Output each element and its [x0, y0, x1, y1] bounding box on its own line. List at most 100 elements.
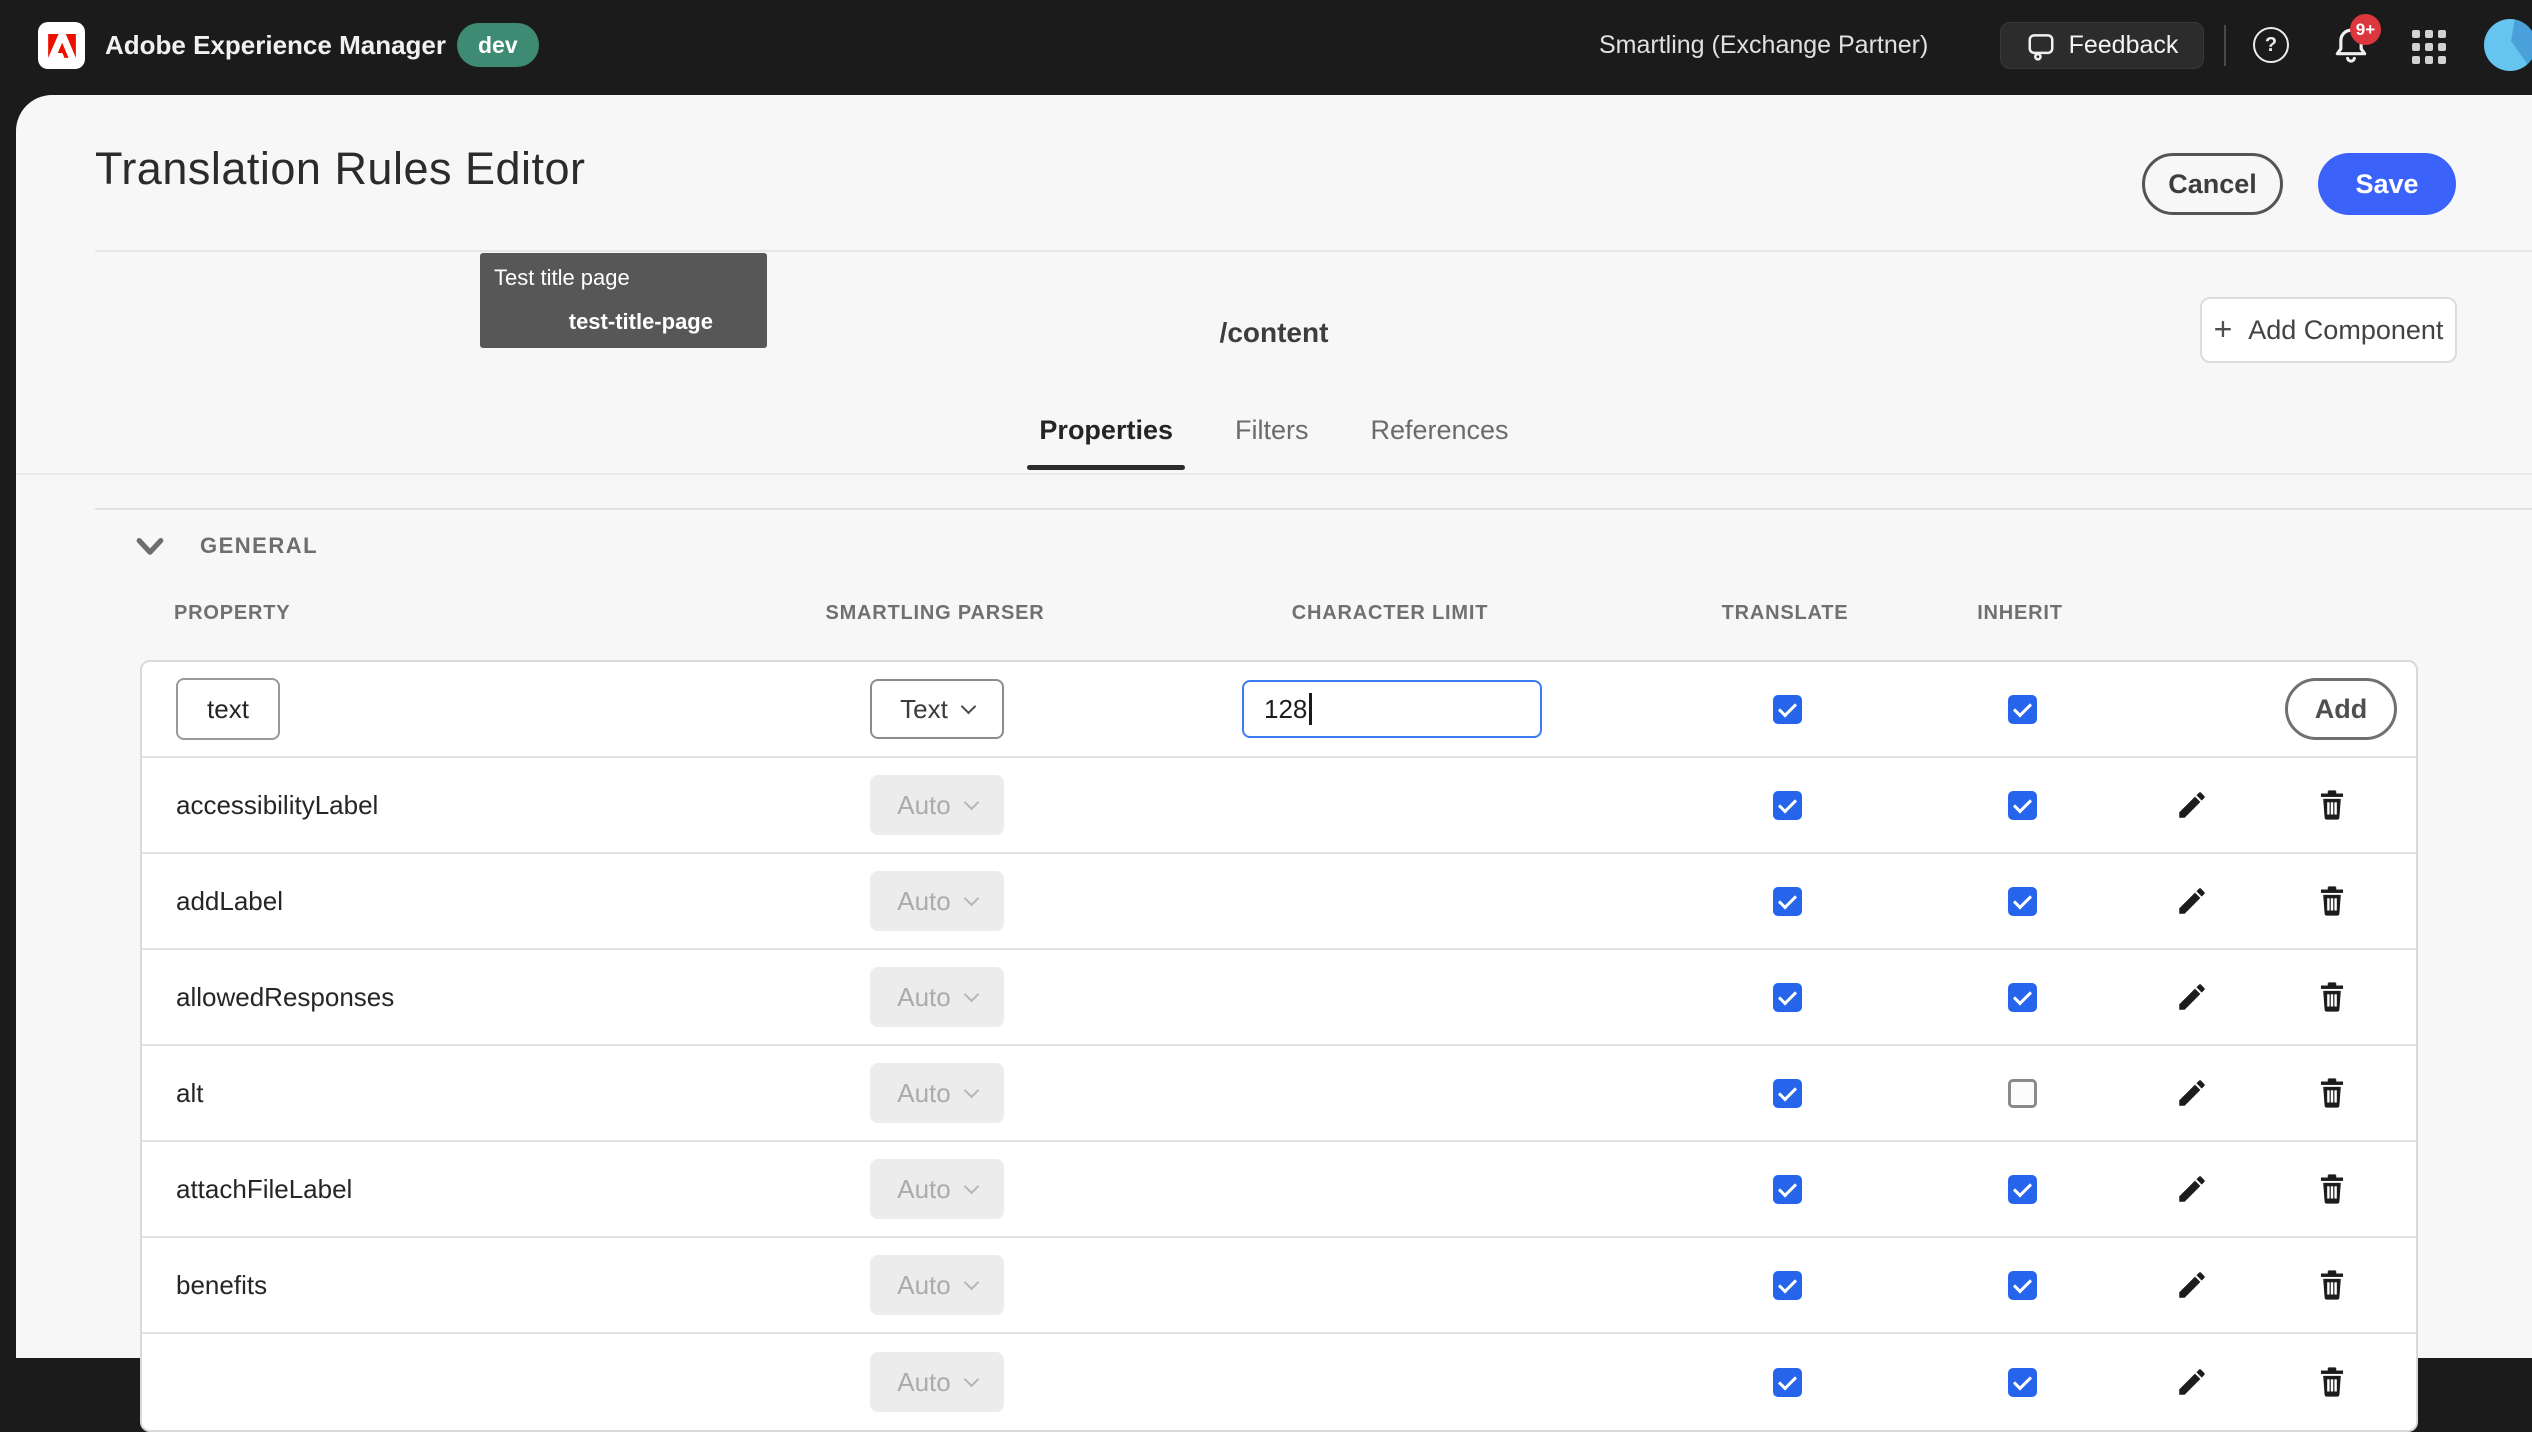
parser-select-disabled: Auto — [870, 967, 1004, 1027]
app-switcher-grid-icon[interactable] — [2412, 30, 2446, 64]
translate-checkbox[interactable] — [1773, 1175, 1802, 1204]
plus-icon: + — [2214, 313, 2233, 345]
parser-select-disabled: Auto — [870, 1063, 1004, 1123]
app-title: Adobe Experience Manager — [105, 0, 446, 90]
tab-references[interactable]: References — [1368, 415, 1510, 470]
section-general-toggle[interactable]: GENERAL — [136, 533, 318, 559]
inherit-checkbox[interactable] — [2008, 695, 2037, 724]
tab-bar: Properties Filters References — [16, 415, 2532, 470]
delete-icon[interactable] — [2312, 881, 2352, 921]
col-header-inherit: INHERIT — [1977, 602, 2063, 625]
parser-select[interactable]: Text — [870, 679, 1004, 739]
edit-icon[interactable] — [2172, 1362, 2212, 1402]
col-header-parser: SMARTLING PARSER — [825, 602, 1044, 625]
property-name: addLabel — [142, 886, 283, 917]
add-component-label: Add Component — [2248, 315, 2443, 346]
top-bar: Adobe Experience Manager dev Smartling (… — [0, 0, 2532, 95]
page-tooltip: Test title page test-title-page — [480, 253, 767, 348]
col-header-property: PROPERTY — [140, 602, 290, 625]
inherit-checkbox[interactable] — [2008, 1175, 2037, 1204]
user-avatar[interactable] — [2484, 19, 2532, 71]
section-label: GENERAL — [200, 533, 318, 559]
speech-bubble-icon — [2026, 31, 2056, 61]
translate-checkbox[interactable] — [1773, 1079, 1802, 1108]
rules-table: Text 128 Add accessibi — [140, 660, 2418, 1432]
rules-rows: accessibilityLabel Auto — [142, 758, 2416, 1430]
table-row: benefits Auto — [142, 1238, 2416, 1334]
tab-properties[interactable]: Properties — [1037, 415, 1175, 470]
table-row: accessibilityLabel Auto — [142, 758, 2416, 854]
org-name: Smartling (Exchange Partner) — [1599, 0, 1928, 90]
translate-checkbox[interactable] — [1773, 983, 1802, 1012]
inherit-checkbox[interactable] — [2008, 887, 2037, 916]
translate-checkbox[interactable] — [1773, 695, 1802, 724]
chevron-down-icon — [963, 1178, 979, 1194]
content-path: /content — [16, 317, 2532, 349]
header-divider — [95, 250, 2532, 252]
chevron-down-icon — [963, 794, 979, 810]
property-name: allowedResponses — [142, 982, 394, 1013]
parser-select-disabled: Auto — [870, 1159, 1004, 1219]
translate-checkbox[interactable] — [1773, 1368, 1802, 1397]
delete-icon[interactable] — [2312, 977, 2352, 1017]
notification-badge: 9+ — [2350, 14, 2381, 45]
property-input[interactable] — [176, 678, 280, 740]
feedback-label: Feedback — [2069, 31, 2179, 60]
edit-icon[interactable] — [2172, 881, 2212, 921]
delete-icon[interactable] — [2312, 1362, 2352, 1402]
translate-checkbox[interactable] — [1773, 887, 1802, 916]
chevron-down-icon — [963, 1371, 979, 1387]
chevron-down-icon — [963, 986, 979, 1002]
adobe-a-icon — [48, 34, 76, 58]
save-button[interactable]: Save — [2318, 153, 2456, 215]
translate-checkbox[interactable] — [1773, 1271, 1802, 1300]
section-divider — [95, 508, 2532, 510]
edit-icon[interactable] — [2172, 1265, 2212, 1305]
delete-icon[interactable] — [2312, 1169, 2352, 1209]
feedback-button[interactable]: Feedback — [2000, 22, 2204, 69]
table-row: attachFileLabel Auto — [142, 1142, 2416, 1238]
chevron-down-icon — [963, 890, 979, 906]
delete-icon[interactable] — [2312, 1073, 2352, 1113]
parser-select-disabled: Auto — [870, 1255, 1004, 1315]
edit-icon[interactable] — [2172, 977, 2212, 1017]
table-row: addLabel Auto — [142, 854, 2416, 950]
tab-filters[interactable]: Filters — [1233, 415, 1311, 470]
inherit-checkbox[interactable] — [2008, 791, 2037, 820]
table-row: allowedResponses Auto — [142, 950, 2416, 1046]
parser-select-disabled: Auto — [870, 871, 1004, 931]
property-name: alt — [142, 1078, 203, 1109]
notifications-button[interactable]: 9+ — [2330, 24, 2374, 68]
edit-icon[interactable] — [2172, 785, 2212, 825]
table-row: Auto — [142, 1334, 2416, 1430]
text-cursor — [1309, 693, 1312, 725]
edit-icon[interactable] — [2172, 1073, 2212, 1113]
topbar-divider — [2224, 25, 2226, 66]
help-icon[interactable]: ? — [2253, 27, 2289, 63]
tooltip-node-name: test-title-page — [569, 309, 713, 335]
delete-icon[interactable] — [2312, 785, 2352, 825]
tab-bar-divider — [16, 473, 2532, 475]
chevron-down-icon — [961, 698, 977, 714]
translate-checkbox[interactable] — [1773, 791, 1802, 820]
inherit-checkbox[interactable] — [2008, 1079, 2037, 1108]
tooltip-title: Test title page — [494, 265, 753, 291]
add-component-button[interactable]: + Add Component — [2200, 297, 2457, 363]
inherit-checkbox[interactable] — [2008, 1271, 2037, 1300]
table-column-headers: PROPERTY SMARTLING PARSER CHARACTER LIMI… — [140, 595, 2418, 631]
add-rule-button[interactable]: Add — [2285, 678, 2397, 740]
new-rule-row: Text 128 Add — [142, 662, 2416, 758]
inherit-checkbox[interactable] — [2008, 983, 2037, 1012]
parser-select-disabled: Auto — [870, 775, 1004, 835]
col-header-translate: TRANSLATE — [1722, 602, 1849, 625]
chevron-down-icon — [963, 1274, 979, 1290]
property-name: accessibilityLabel — [142, 790, 378, 821]
delete-icon[interactable] — [2312, 1265, 2352, 1305]
col-header-character-limit: CHARACTER LIMIT — [1292, 602, 1488, 625]
inherit-checkbox[interactable] — [2008, 1368, 2037, 1397]
character-limit-input[interactable]: 128 — [1242, 680, 1542, 738]
cancel-button[interactable]: Cancel — [2142, 153, 2283, 215]
edit-icon[interactable] — [2172, 1169, 2212, 1209]
table-row: alt Auto — [142, 1046, 2416, 1142]
adobe-logo[interactable] — [38, 22, 85, 69]
